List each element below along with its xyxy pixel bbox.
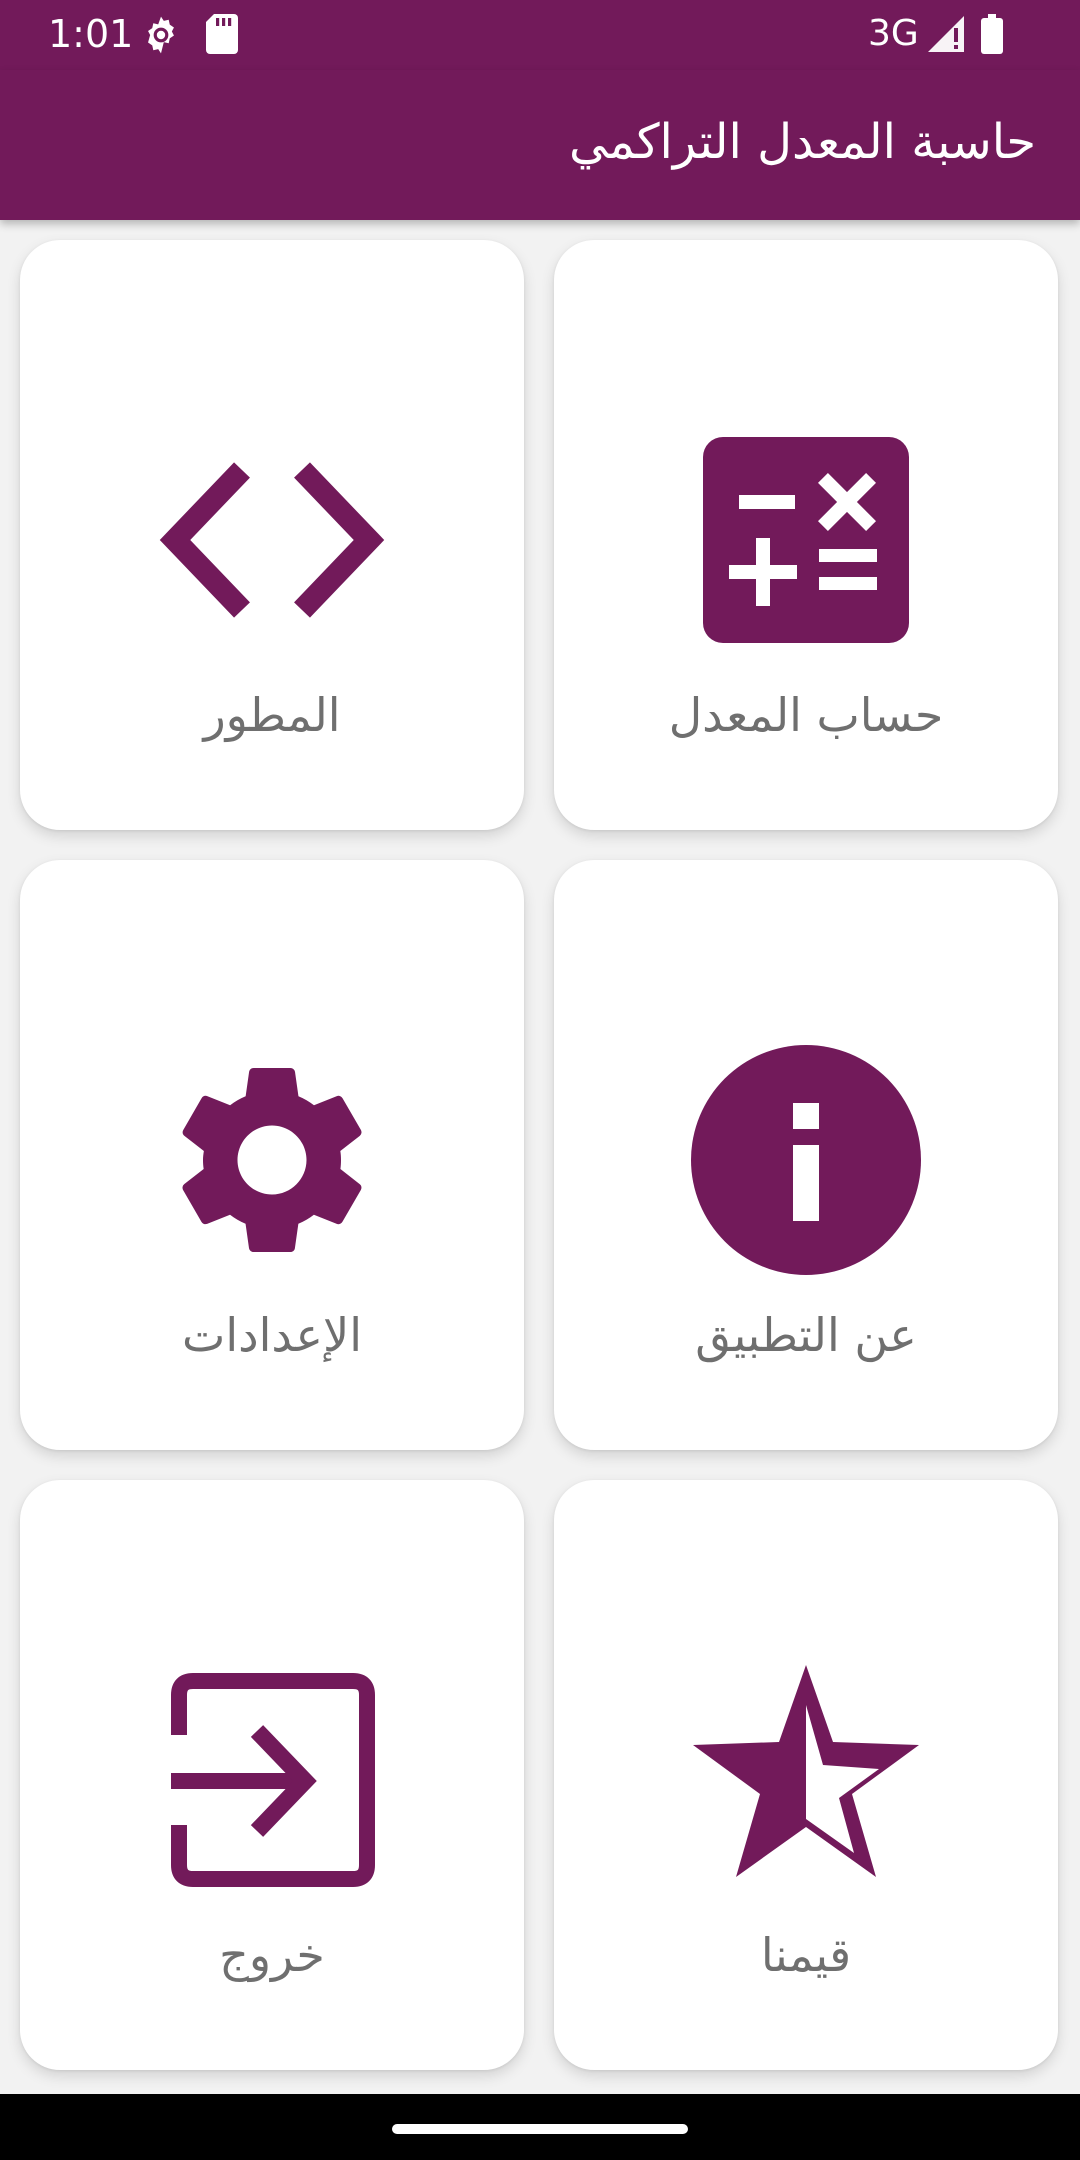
card-label: خروج	[219, 1928, 325, 1982]
card-label: قيمنا	[760, 1928, 852, 1982]
signal-icon	[926, 14, 966, 58]
exit-icon	[157, 1665, 387, 1895]
home-gesture-handle[interactable]	[392, 2124, 688, 2134]
card-settings[interactable]: الإعدادات	[20, 860, 524, 1450]
card-label: المطور	[203, 688, 341, 742]
settings-icon	[157, 1045, 387, 1275]
card-label: عن التطبيق	[695, 1308, 917, 1362]
card-exit[interactable]: خروج	[20, 1480, 524, 2070]
card-label: الإعدادات	[182, 1308, 362, 1362]
battery-icon	[980, 14, 1004, 58]
card-label: حساب المعدل	[668, 688, 944, 742]
card-calculate-gpa[interactable]: حساب المعدل	[554, 240, 1058, 830]
sd-card-icon	[206, 14, 238, 58]
card-developer[interactable]: المطور	[20, 240, 524, 830]
card-rate-us[interactable]: قيمنا	[554, 1480, 1058, 2070]
star-half-icon	[691, 1665, 921, 1895]
info-icon	[691, 1045, 921, 1275]
navigation-bar	[0, 2094, 1080, 2160]
app-bar: حاسبة المعدل التراكمي	[0, 70, 1080, 220]
app-title: حاسبة المعدل التراكمي	[568, 114, 1036, 170]
code-icon	[157, 425, 387, 655]
settings-gear-icon	[140, 14, 182, 60]
status-time: 1:01	[48, 12, 134, 56]
network-type: 3G	[868, 13, 919, 54]
status-bar: 1:01 3G	[0, 0, 1080, 70]
calculator-icon	[691, 425, 921, 655]
card-about-app[interactable]: عن التطبيق	[554, 860, 1058, 1450]
